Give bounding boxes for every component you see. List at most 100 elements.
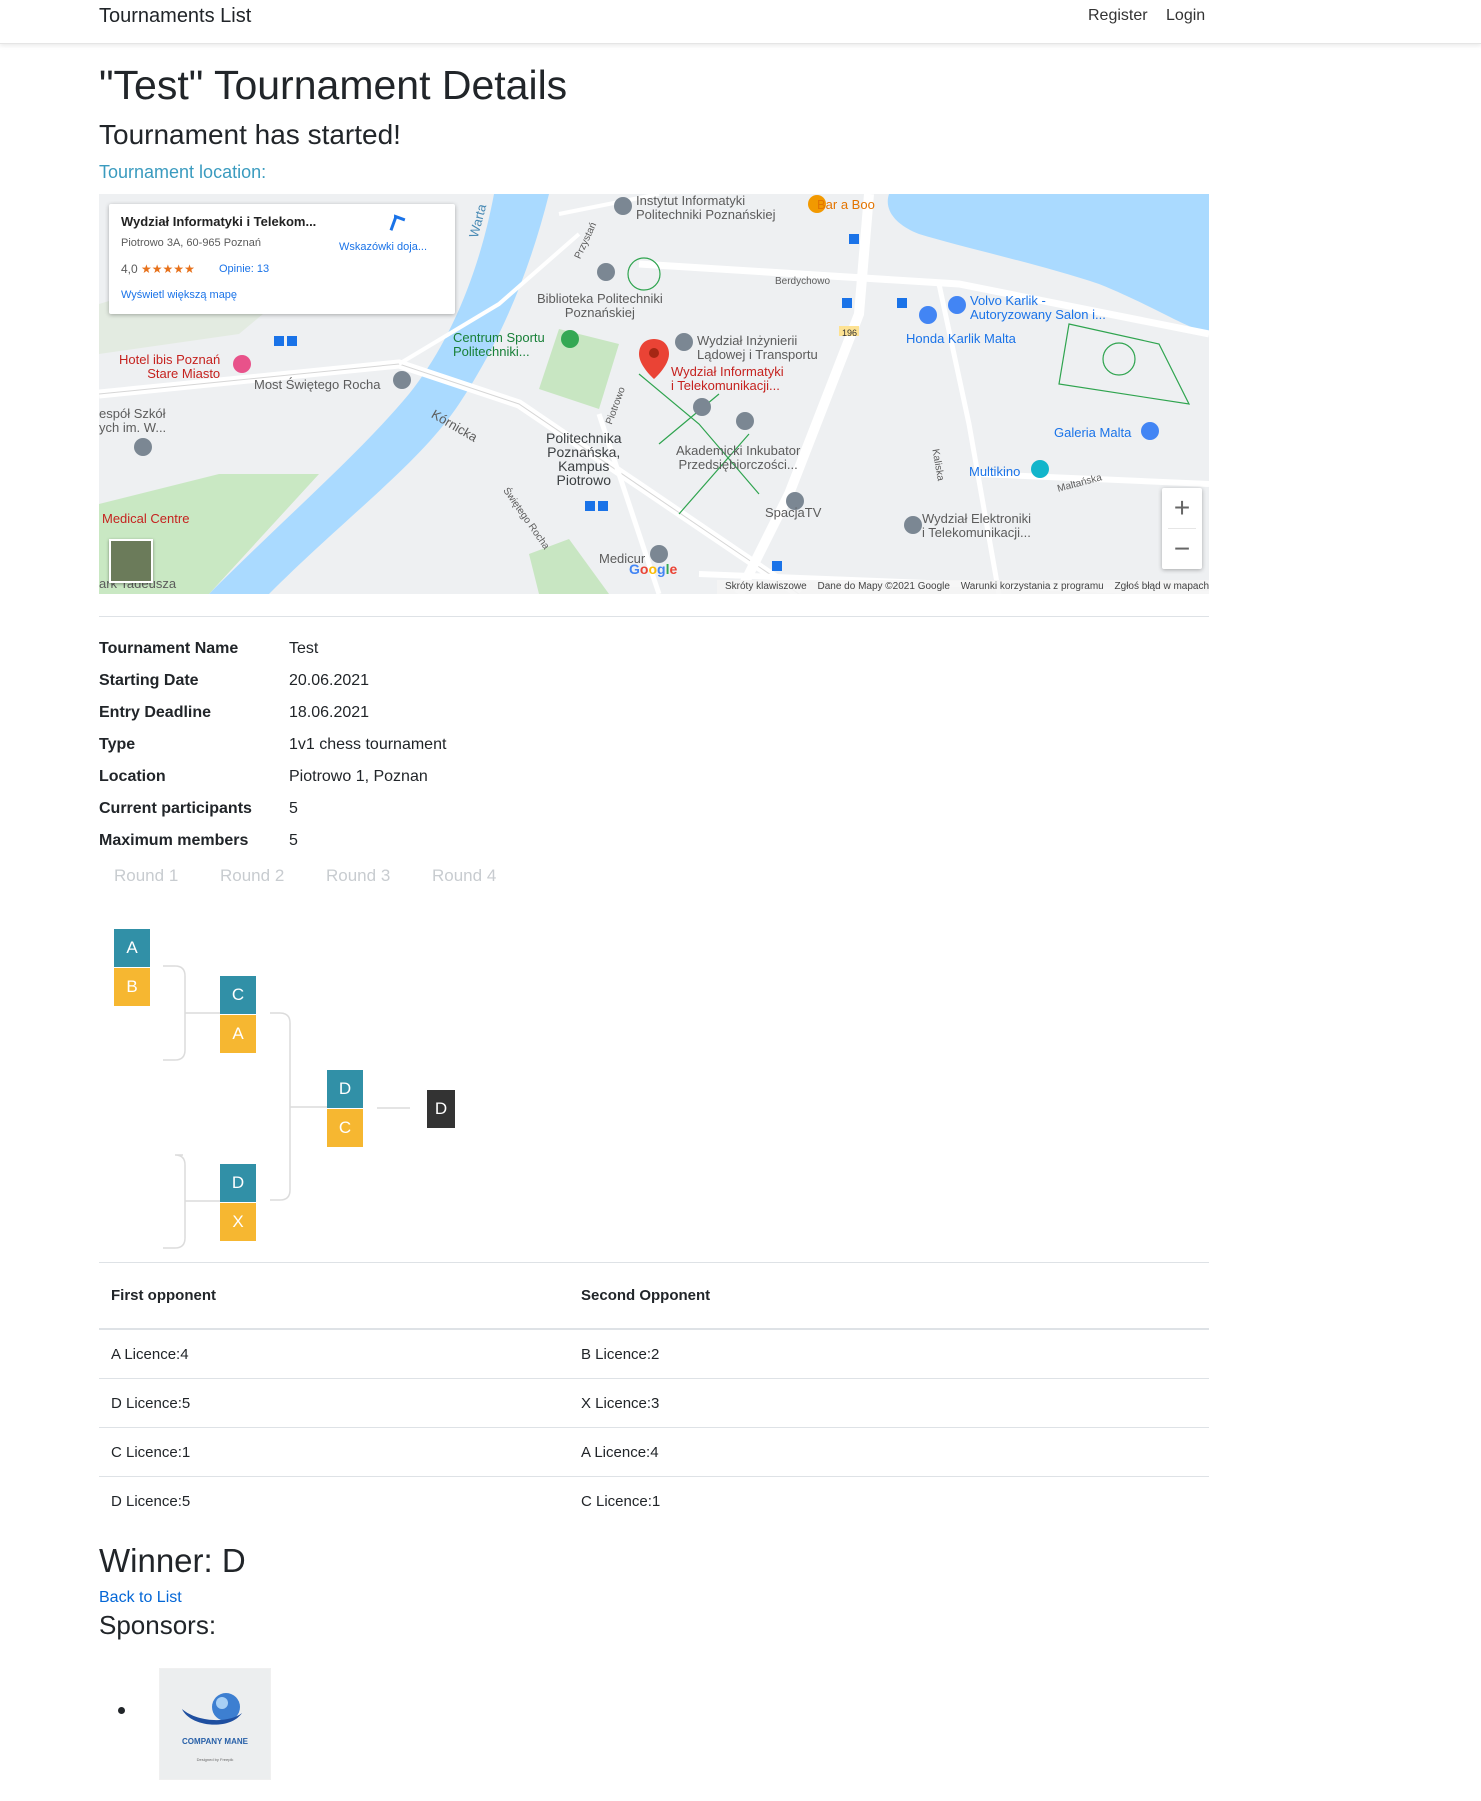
matches-table: First opponent Second Opponent A Licence… <box>99 1262 1209 1525</box>
detail-value: 1v1 chess tournament <box>289 736 447 753</box>
table-cell: C Licence:1 <box>581 1492 661 1510</box>
round-header: Round 4 <box>432 866 497 885</box>
map-label: Wydział Elektroniki i Telekomunikacji... <box>922 511 1031 540</box>
table-cell: A Licence:4 <box>569 1427 1209 1477</box>
bracket-slot[interactable]: X <box>220 1203 256 1241</box>
map-label: Galeria Malta <box>1054 425 1132 440</box>
sponsors-heading: Sponsors: <box>99 1610 217 1640</box>
register-link[interactable]: Register <box>1088 7 1148 24</box>
google-map[interactable]: Instytut Informatyki Politechniki Poznańs… <box>99 194 1209 594</box>
rating-stars-icon: ★★★★★ <box>141 262 195 276</box>
keyboard-shortcuts-link[interactable]: Skróty klawiszowe <box>725 581 807 592</box>
larger-map-link[interactable]: Wyświetl większą mapę <box>121 289 237 301</box>
detail-row: Type 1v1 chess tournament <box>99 729 799 761</box>
map-attribution: Skróty klawiszowe Dane do Mapy ©2021 Goo… <box>717 580 1209 594</box>
directions-icon[interactable] <box>387 214 407 234</box>
detail-value: Test <box>289 640 319 657</box>
sponsor-logo: COMPANY MANE Designed by Freepik <box>159 1668 271 1780</box>
map-label: Honda Karlik Malta <box>906 331 1016 346</box>
map-label: Wydział Inżynierii Lądowej i Transportu <box>697 333 818 362</box>
round-header: Round 1 <box>114 866 179 885</box>
detail-row: Starting Date 20.06.2021 <box>99 665 799 697</box>
zoom-controls: + − <box>1162 488 1202 569</box>
brand-link[interactable]: Tournaments List <box>99 5 251 28</box>
directions-link[interactable]: Wskazówki doja... <box>339 241 427 253</box>
map-label: SpacjaTV <box>765 505 822 520</box>
tournament-status: Tournament has started! <box>99 119 401 150</box>
sponsor-name: COMPANY MANE <box>182 1737 248 1746</box>
bracket-winner-slot[interactable]: D <box>427 1090 455 1128</box>
page-title: "Test" Tournament Details <box>99 62 568 108</box>
detail-value: Piotrowo 1, Poznan <box>289 768 428 785</box>
table-row: A Licence:4 B Licence:2 <box>99 1329 1209 1379</box>
map-label: Instytut Informatyki Politechniki Poznańs… <box>636 194 776 222</box>
terms-link[interactable]: Warunki korzystania z programu <box>961 581 1104 592</box>
rating-value: 4,0 <box>121 262 138 276</box>
detail-label: Starting Date <box>99 672 199 689</box>
map-data-text: Dane do Mapy ©2021 Google <box>817 581 950 592</box>
map-label: Wydział Informatyki i Telekomunikacji... <box>671 364 784 393</box>
bracket-slot[interactable]: D <box>327 1070 363 1108</box>
table-cell: X Licence:3 <box>569 1378 1209 1428</box>
map-label: Biblioteka Politechniki Poznańskiej <box>537 291 663 320</box>
map-label: Hotel ibis Poznań Stare Miasto <box>119 352 221 381</box>
detail-label: Maximum members <box>99 832 249 849</box>
detail-row: Tournament Name Test <box>99 633 799 665</box>
reviews-link[interactable]: Opinie: 13 <box>219 263 269 275</box>
table-cell: C Licence:1 <box>99 1427 569 1477</box>
table-cell: D Licence:5 <box>99 1378 569 1428</box>
map-label: Berdychowo <box>775 276 831 287</box>
map-label: espół Szkół ych im. W... <box>99 406 167 435</box>
map-label: Politechnika Poznańska, Kampus Piotrowo <box>546 430 622 488</box>
detail-row: Entry Deadline 18.06.2021 <box>99 697 799 729</box>
zoom-out-button[interactable]: − <box>1162 529 1202 569</box>
detail-label: Tournament Name <box>99 640 239 657</box>
detail-row: Maximum members 5 <box>99 825 799 857</box>
round-header: Round 3 <box>326 866 391 885</box>
zoom-in-button[interactable]: + <box>1162 488 1202 528</box>
detail-row: Location Piotrowo 1, Poznan <box>99 761 799 793</box>
place-address: Piotrowo 3A, 60-965 Poznań <box>121 237 262 249</box>
map-label: Multikino <box>969 464 1021 479</box>
detail-value: 5 <box>289 800 298 817</box>
column-header: Second Opponent <box>569 1262 1209 1330</box>
bracket-slot[interactable]: A <box>114 929 150 967</box>
bracket-slot[interactable]: B <box>114 968 150 1006</box>
navbar: Tournaments List Register Login <box>0 0 1481 44</box>
detail-label: Location <box>99 768 166 785</box>
column-header: First opponent <box>99 1262 569 1330</box>
map-label: Medical Centre <box>102 511 190 526</box>
bracket-slot[interactable]: A <box>220 1015 256 1053</box>
detail-label: Current participants <box>99 800 252 817</box>
detail-value: 20.06.2021 <box>289 672 370 689</box>
map-label: Most Świętego Rocha <box>254 377 381 392</box>
table-row: C Licence:1 A Licence:4 <box>99 1427 1209 1477</box>
bracket-slot[interactable]: C <box>327 1109 363 1147</box>
map-label: Volvo Karlik - Autoryzowany Salon i... <box>970 293 1106 322</box>
detail-label: Entry Deadline <box>99 704 212 721</box>
google-logo: Google <box>629 561 678 577</box>
location-label: Tournament location: <box>99 162 267 182</box>
map-label: Akademicki Inkubator Przedsiębiorczości..… <box>676 443 801 472</box>
sponsor-tagline: Designed by Freepik <box>196 1757 234 1762</box>
back-to-list-link[interactable]: Back to List <box>99 1589 182 1607</box>
bracket-slot[interactable]: D <box>220 1164 256 1202</box>
detail-value: 5 <box>289 832 298 849</box>
place-name: Wydział Informatyki i Telekom... <box>121 214 317 229</box>
detail-row: Current participants 5 <box>99 793 799 825</box>
place-rating: 4,0 ★★★★★ <box>121 262 195 276</box>
route-shield: 196 <box>842 328 858 338</box>
detail-label: Type <box>99 736 136 753</box>
map-label: Bar a Boo <box>817 197 875 212</box>
table-row: D Licence:5 X Licence:3 <box>99 1378 1209 1428</box>
table-cell: B Licence:2 <box>569 1329 1209 1379</box>
satellite-toggle[interactable] <box>109 539 153 583</box>
login-link[interactable]: Login <box>1166 7 1205 24</box>
company-globe-icon <box>182 1693 242 1725</box>
divider <box>99 616 1209 617</box>
map-info-card: Wydział Informatyki i Telekom... Piotrow… <box>109 204 455 314</box>
table-cell: A Licence:4 <box>99 1329 569 1379</box>
round-header: Round 2 <box>220 866 285 885</box>
report-error-link[interactable]: Zgłoś błąd w mapach <box>1115 581 1209 592</box>
bracket-slot[interactable]: C <box>220 976 256 1014</box>
